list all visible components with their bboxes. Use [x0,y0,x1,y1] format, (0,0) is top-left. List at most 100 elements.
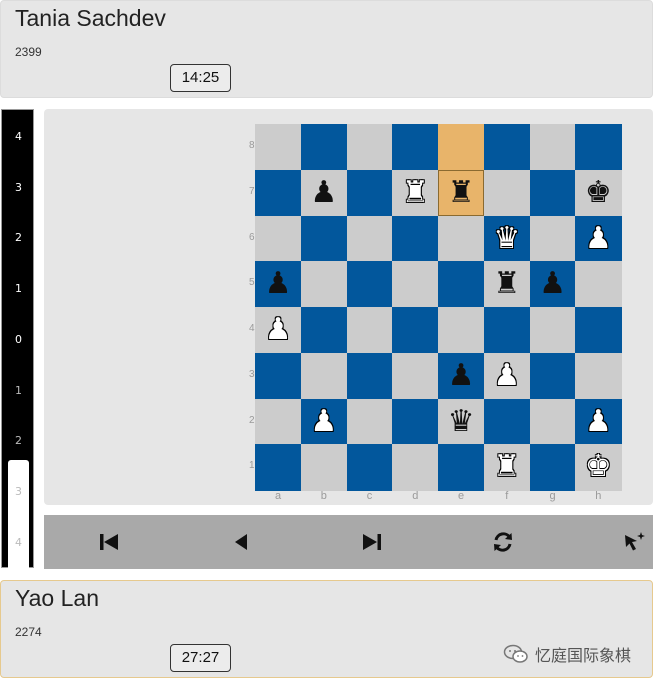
first-move-button[interactable] [94,527,124,557]
square-a2[interactable] [255,398,302,445]
square-d4[interactable] [392,307,439,354]
analysis-cursor-button[interactable] [620,527,650,557]
square-e2[interactable]: ♛ [438,398,485,445]
square-c6[interactable] [346,215,393,262]
square-d2[interactable] [392,398,439,445]
piece-f1[interactable]: ♜ [493,452,520,482]
square-d6[interactable] [392,215,439,262]
square-h2[interactable]: ♟ [575,398,622,445]
square-d5[interactable] [392,261,439,308]
previous-move-button[interactable] [226,527,256,557]
square-c2[interactable] [346,398,393,445]
square-e3[interactable]: ♟ [438,352,485,399]
piece-d7[interactable]: ♜ [402,177,429,208]
bottom-player-clock: 27:27 [170,644,231,672]
square-h4[interactable] [575,307,622,354]
square-h7[interactable]: ♚ [575,169,622,216]
square-a3[interactable] [255,352,302,399]
square-h3[interactable] [575,352,622,399]
square-g1[interactable] [529,444,576,491]
square-e7[interactable]: ♜ [438,169,485,216]
piece-e7[interactable]: ♜ [448,177,475,208]
square-e6[interactable] [438,215,485,262]
square-e5[interactable] [438,261,485,308]
square-b2[interactable]: ♟ [300,398,347,445]
square-f5[interactable]: ♜ [483,261,530,308]
piece-a4[interactable]: ♟ [265,315,292,345]
file-label: d [412,490,419,502]
square-b4[interactable] [300,307,347,354]
square-d8[interactable] [392,124,439,171]
square-d7[interactable]: ♜ [392,169,439,216]
square-a8[interactable] [255,124,302,171]
square-e1[interactable] [438,444,485,491]
square-h8[interactable] [575,124,622,171]
flip-board-icon [494,532,512,552]
square-e4[interactable] [438,307,485,354]
piece-h6[interactable]: ♟ [585,223,612,254]
flip-board-button[interactable] [488,527,518,557]
piece-b2[interactable]: ♟ [310,406,337,437]
previous-move-icon [235,534,247,550]
square-f7[interactable] [483,169,530,216]
square-c5[interactable] [346,261,393,308]
square-a5[interactable]: ♟ [255,261,302,308]
square-a1[interactable] [255,444,302,491]
square-f4[interactable] [483,307,530,354]
piece-f6[interactable]: ♛ [493,223,520,254]
square-d1[interactable] [392,444,439,491]
piece-h7[interactable]: ♚ [585,177,612,208]
square-c8[interactable] [346,124,393,171]
watermark-text: 忆庭国际象棋 [535,648,632,665]
square-a7[interactable] [255,169,302,216]
square-a6[interactable] [255,215,302,262]
square-b6[interactable] [300,215,347,262]
square-c4[interactable] [346,307,393,354]
square-g7[interactable] [529,169,576,216]
last-move-button[interactable] [357,527,387,557]
piece-h1[interactable]: ♚ [585,452,612,482]
piece-f3[interactable]: ♟ [493,360,520,391]
piece-e3[interactable]: ♟ [448,360,475,391]
chess-board[interactable]: ♟ ♜ ♜ ♚ ♛ ♟ ♟ ♜ ♟ ♟ ♟ ♟ ♟ ♛ ♟ ♜ ♚ [255,124,622,491]
square-f3[interactable]: ♟ [483,352,530,399]
square-g8[interactable] [529,124,576,171]
square-h6[interactable]: ♟ [575,215,622,262]
square-b7[interactable]: ♟ [300,169,347,216]
square-b5[interactable] [300,261,347,308]
eval-tick-label: 4 [15,130,22,143]
piece-a5[interactable]: ♟ [265,269,292,299]
square-f2[interactable] [483,398,530,445]
bottom-player-name: Yao Lan [15,585,99,611]
square-g2[interactable] [529,398,576,445]
square-g5[interactable]: ♟ [529,261,576,308]
file-label: a [274,490,282,502]
square-g4[interactable] [529,307,576,354]
square-d3[interactable] [392,352,439,399]
top-player-name: Tania Sachdev [15,5,166,31]
square-c1[interactable] [346,444,393,491]
piece-h2[interactable]: ♟ [585,406,612,437]
square-a4[interactable]: ♟ [255,307,302,354]
square-b3[interactable] [300,352,347,399]
square-c7[interactable] [346,169,393,216]
square-g6[interactable] [529,215,576,262]
square-c3[interactable] [346,352,393,399]
square-f8[interactable] [483,124,530,171]
square-f1[interactable]: ♜ [483,444,530,491]
square-h1[interactable]: ♚ [575,444,622,491]
square-h5[interactable] [575,261,622,308]
square-f6[interactable]: ♛ [483,215,530,262]
rank-label: 7 [249,185,255,197]
eval-tick-label: 2 [15,434,22,448]
square-g3[interactable] [529,352,576,399]
rank-label: 6 [249,231,255,243]
square-b8[interactable] [300,124,347,171]
rank-label: 3 [249,368,255,380]
square-e8[interactable] [438,124,485,171]
piece-g5[interactable]: ♟ [539,269,566,299]
piece-b7[interactable]: ♟ [310,177,337,208]
square-b1[interactable] [300,444,347,491]
piece-e2[interactable]: ♛ [448,406,475,437]
piece-f5[interactable]: ♜ [493,269,520,299]
